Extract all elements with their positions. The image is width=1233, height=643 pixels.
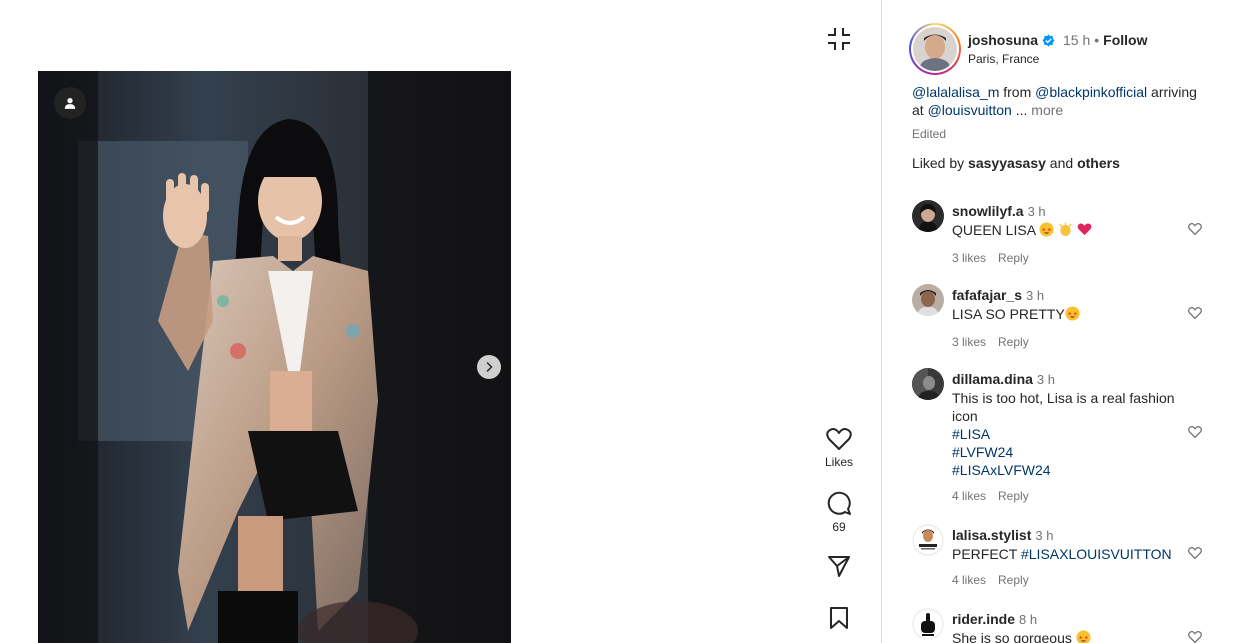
comment-heart-icon[interactable] (1188, 546, 1202, 560)
author-username[interactable]: joshosuna (968, 32, 1038, 48)
post-details-panel: joshosuna 15 h • Follow Paris, France @l… (882, 0, 1233, 643)
reply-button[interactable]: Reply (998, 335, 1029, 349)
caption-more-link[interactable]: more (1031, 102, 1063, 118)
save-action[interactable] (814, 606, 864, 630)
liked-user[interactable]: sasyyasasy (968, 155, 1046, 171)
comment-likes[interactable]: 3 likes (952, 251, 986, 265)
photo-content (38, 71, 511, 643)
caption-text-from: from (999, 84, 1036, 100)
reply-button[interactable]: Reply (998, 251, 1029, 265)
comment-action[interactable]: 69 (814, 490, 864, 534)
comment-heart-icon[interactable] (1188, 630, 1202, 643)
follow-button[interactable]: Follow (1103, 32, 1147, 48)
caption-mention-lv[interactable]: @louisvuitton (928, 102, 1012, 118)
post-caption: @lalalalisa_m from @blackpinkofficial ar… (912, 83, 1212, 119)
collapse-icon[interactable] (825, 25, 853, 53)
comment-avatar[interactable] (912, 368, 944, 400)
share-icon (828, 556, 850, 577)
next-photo-button[interactable] (477, 355, 501, 379)
comment-hashtag[interactable]: #LVFW24 (952, 444, 1013, 460)
caption-mention-blackpink[interactable]: @blackpinkofficial (1035, 84, 1147, 100)
post-time: 15 h (1063, 32, 1091, 48)
comment-avatar[interactable] (912, 284, 944, 316)
comment-avatar[interactable] (912, 200, 944, 232)
comment-time: 8 h (1019, 612, 1038, 627)
comment-text: QUEEN LISA (952, 222, 1036, 238)
edited-label: Edited (912, 127, 947, 141)
comment-time: 3 h (1026, 288, 1045, 303)
tag-user-button[interactable] (54, 87, 86, 119)
comment-likes[interactable]: 4 likes (952, 573, 986, 587)
verified-icon (1042, 34, 1055, 46)
instagram-post-view: Likes 69 joshosuna 15 h • Follow Paris, … (0, 0, 1233, 643)
separator-dot: • (1094, 32, 1100, 48)
liked-others[interactable]: others (1077, 155, 1120, 171)
post-photo[interactable] (38, 71, 511, 643)
comment-time: 3 h (1035, 528, 1054, 543)
comment-avatar[interactable] (912, 524, 944, 556)
post-location[interactable]: Paris, France (968, 52, 1039, 66)
like-action[interactable]: Likes (814, 427, 864, 469)
author-avatar-image (913, 27, 957, 71)
clap-emoji (1058, 222, 1073, 241)
star-struck-emoji (1039, 222, 1054, 241)
liked-and: and (1045, 155, 1078, 171)
comment-icon (827, 491, 851, 515)
comment-username[interactable]: snowlilyf.a (952, 203, 1024, 219)
comment-likes[interactable]: 3 likes (952, 335, 986, 349)
heart-emoji (1077, 222, 1092, 241)
comment-username[interactable]: lalisa.stylist (952, 527, 1031, 543)
author-header: joshosuna 15 h • Follow (968, 32, 1148, 48)
star-struck-emoji (1076, 630, 1091, 643)
likes-label: Likes (824, 455, 853, 469)
comment-time: 3 h (1036, 372, 1055, 387)
share-action[interactable] (814, 554, 864, 578)
comment-heart-icon[interactable] (1188, 222, 1202, 236)
comment-username[interactable]: dillama.dina (952, 371, 1033, 387)
reply-button[interactable]: Reply (998, 489, 1029, 503)
comment-count: 69 (832, 520, 846, 534)
liked-by: Liked by sasyyasasy and others (912, 155, 1120, 171)
comment-hashtag[interactable]: #LISA (952, 426, 990, 442)
comment-username[interactable]: fafafajar_s (952, 287, 1022, 303)
comment-text: LISA SO PRETTY (952, 306, 1065, 322)
comment-text: PERFECT (952, 546, 1021, 562)
comment-avatar[interactable] (912, 608, 944, 640)
comment-heart-icon[interactable] (1188, 425, 1202, 439)
comment-hashtag[interactable]: #LISAxLVFW24 (952, 462, 1051, 478)
chevron-right-icon (486, 362, 493, 372)
save-icon (830, 607, 848, 629)
comment-text: This is too hot, Lisa is a real fashion … (952, 390, 1175, 424)
comment-time: 3 h (1027, 204, 1046, 219)
comment-hashtag[interactable]: #LISAXLOUISVUITTON (1021, 546, 1172, 562)
comment-text: She is so gorgeous (952, 630, 1072, 643)
comment-likes[interactable]: 4 likes (952, 489, 986, 503)
liked-prefix: Liked by (912, 155, 969, 171)
reply-button[interactable]: Reply (998, 573, 1029, 587)
caption-mention-lisa[interactable]: @lalalalisa_m (912, 84, 999, 100)
caption-ellipsis: ... (1011, 102, 1032, 118)
author-avatar[interactable] (909, 23, 961, 75)
comment-username[interactable]: rider.inde (952, 611, 1015, 627)
tag-user-icon (64, 98, 76, 109)
heart-icon (826, 428, 852, 450)
comment-heart-icon[interactable] (1188, 306, 1202, 320)
star-struck-emoji (1065, 306, 1080, 325)
